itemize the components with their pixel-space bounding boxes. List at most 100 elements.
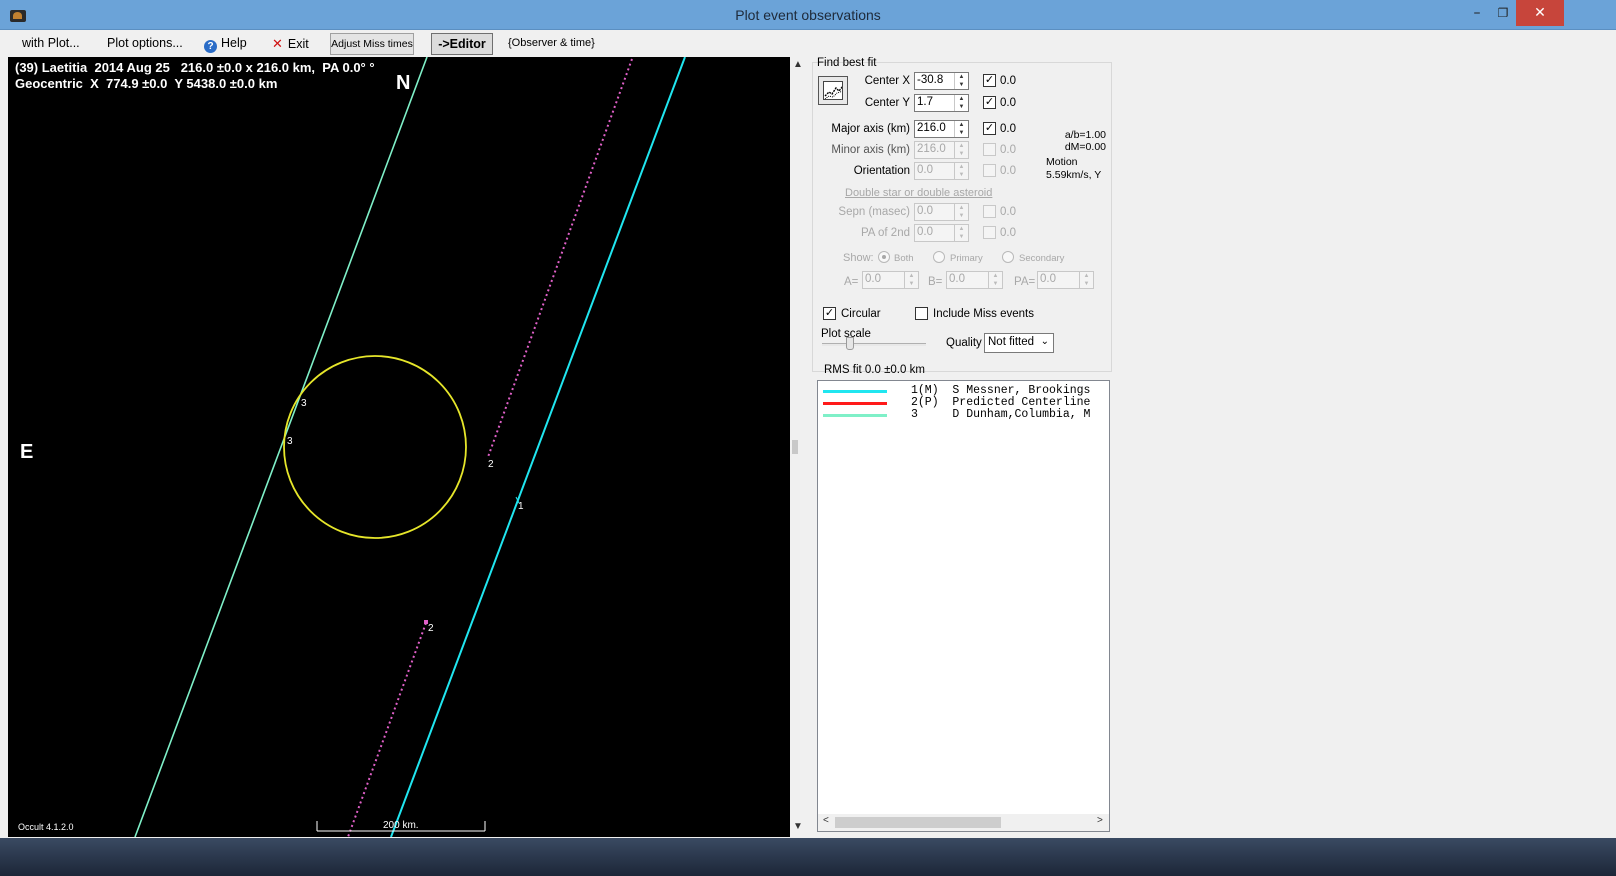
north-label: N	[396, 72, 411, 94]
menu-plot-options[interactable]: Plot options...	[107, 31, 183, 56]
a-label: A=	[844, 276, 859, 288]
plot-canvas[interactable]: (39) Laetitia 2014 Aug 25 216.0 ±0.0 x 2…	[8, 57, 790, 837]
orientation-value: 0.0	[917, 164, 933, 176]
major-axis-spinner[interactable]: 216.0 ▲ ▼	[914, 120, 969, 138]
close-button[interactable]: ✕	[1516, 0, 1564, 26]
list-item[interactable]: 3 D Dunham,Columbia, M	[823, 409, 1108, 421]
circular-label: Circular	[841, 308, 881, 320]
orientation-spinner: 0.0 ▲ ▼	[914, 162, 969, 180]
major-axis-checkbox[interactable]: ✓	[983, 122, 996, 135]
taskbar	[0, 838, 1616, 876]
spinner-arrows-icon: ▲ ▼	[1079, 272, 1093, 288]
rms-fit-label: RMS fit 0.0 ±0.0 km	[824, 364, 925, 376]
spinner-arrows-icon: ▲ ▼	[954, 142, 968, 158]
minor-axis-value: 216.0	[917, 143, 946, 155]
separation-weight: 0.0	[1000, 206, 1016, 218]
version-label: Occult 4.1.2.0	[18, 822, 74, 832]
orientation-weight: 0.0	[1000, 165, 1016, 177]
b-value: 0.0	[949, 273, 965, 285]
scroll-right-arrow-icon[interactable]: >	[1097, 815, 1103, 826]
menu-help[interactable]: ? Help	[204, 31, 247, 56]
chord-label: 3	[301, 398, 307, 409]
plot-scrollbar[interactable]: ▲ ▼	[790, 57, 806, 837]
spinner-arrows-icon[interactable]: ▲ ▼	[954, 121, 968, 137]
plot-scale-slider-thumb[interactable]	[846, 337, 854, 350]
separation-spinner: 0.0 ▲ ▼	[914, 203, 969, 221]
splitter-grip[interactable]	[792, 440, 798, 454]
circular-checkbox[interactable]: ✓	[823, 307, 836, 320]
plot-geocentric-line: Geocentric X 774.9 ±0.0 Y 5438.0 ±0.0 km	[15, 76, 278, 91]
include-miss-label: Include Miss events	[933, 308, 1034, 320]
quality-value: Not fitted	[988, 336, 1035, 348]
center-x-label: Center X	[864, 75, 910, 87]
pa-2nd-value: 0.0	[917, 226, 933, 238]
title-bar: Plot event observations – ❐ ✕	[0, 0, 1616, 30]
scroll-up-arrow-icon[interactable]: ▲	[790, 59, 806, 70]
pa-value: 0.0	[1040, 273, 1056, 285]
show-secondary-label: Secondary	[1019, 253, 1065, 264]
plot-drawing	[134, 57, 686, 837]
list-horizontal-scrollbar[interactable]: < >	[818, 814, 1109, 831]
pa-2nd-checkbox	[983, 226, 996, 239]
double-star-title: Double star or double asteroid	[845, 187, 993, 199]
menu-with-plot[interactable]: with Plot...	[22, 31, 80, 56]
help-icon: ?	[204, 40, 217, 53]
pa-spinner: 0.0 ▲ ▼	[1037, 271, 1094, 289]
chord-predicted-upper	[487, 58, 633, 458]
center-y-label: Center Y	[864, 97, 910, 109]
a-value: 0.0	[865, 273, 881, 285]
orientation-label: Orientation	[853, 165, 910, 177]
spinner-arrows-icon: ▲ ▼	[954, 225, 968, 241]
quality-label: Quality	[946, 337, 982, 349]
spinner-arrows-icon: ▲ ▼	[988, 272, 1002, 288]
plot-scale-slider[interactable]	[822, 343, 926, 346]
minor-axis-label: Minor axis (km)	[831, 144, 910, 156]
b-label: B=	[928, 276, 943, 288]
center-x-value: -30.8	[917, 74, 944, 86]
adjust-miss-times-button[interactable]: Adjust Miss times	[330, 33, 414, 55]
scroll-left-arrow-icon[interactable]: <	[823, 815, 829, 826]
spinner-arrows-icon[interactable]: ▲ ▼	[954, 95, 968, 111]
show-primary-label: Primary	[950, 253, 983, 264]
show-primary-radio	[933, 251, 945, 263]
chord-label: 2	[428, 623, 434, 634]
scroll-down-arrow-icon[interactable]: ▼	[790, 821, 806, 832]
major-axis-value: 216.0	[917, 122, 946, 134]
show-secondary-radio	[1002, 251, 1014, 263]
center-y-weight: 0.0	[1000, 97, 1016, 109]
minor-axis-weight: 0.0	[1000, 144, 1016, 156]
chord-messner	[390, 57, 686, 837]
quality-select[interactable]: Not fitted ⌄	[984, 333, 1054, 353]
editor-button[interactable]: ->Editor	[431, 33, 493, 55]
chord-dunham	[134, 57, 428, 837]
chevron-down-icon: ⌄	[1040, 336, 1049, 347]
spinner-arrows-icon[interactable]: ▲ ▼	[954, 73, 968, 89]
menu-exit[interactable]: ✕ Exit	[272, 31, 309, 56]
spinner-arrows-icon: ▲ ▼	[954, 163, 968, 179]
axis-ratio: a/b=1.00	[1064, 129, 1106, 141]
menu-observer-time[interactable]: {Observer & time}	[508, 31, 595, 56]
b-spinner: 0.0 ▲ ▼	[946, 271, 1003, 289]
chord-label: 2	[488, 459, 494, 470]
observer-list[interactable]: 1(M) S Messner, Brookings 2(P) Predicted…	[817, 380, 1110, 832]
pa-label: PA=	[1014, 276, 1036, 288]
scrollbar-thumb[interactable]	[835, 817, 1001, 828]
center-y-checkbox[interactable]: ✓	[983, 96, 996, 109]
center-x-spinner[interactable]: -30.8 ▲ ▼	[914, 72, 969, 90]
pa-2nd-label: PA of 2nd	[860, 227, 910, 239]
window-title: Plot event observations	[735, 7, 881, 23]
minor-axis-checkbox	[983, 143, 996, 156]
include-miss-checkbox[interactable]	[915, 307, 928, 320]
east-label: E	[20, 441, 34, 463]
spinner-arrows-icon: ▲ ▼	[904, 272, 918, 288]
motion-label: Motion	[1046, 156, 1078, 168]
plot-event-window: Plot event observations – ❐ ✕ with Plot.…	[0, 0, 1616, 876]
center-y-spinner[interactable]: 1.7 ▲ ▼	[914, 94, 969, 112]
major-axis-label: Major axis (km)	[831, 123, 910, 135]
menu-help-label: Help	[221, 36, 247, 50]
close-x-icon: ✕	[272, 36, 283, 51]
chord-label: 1	[518, 501, 524, 512]
center-x-checkbox[interactable]: ✓	[983, 74, 996, 87]
spinner-arrows-icon: ▲ ▼	[954, 204, 968, 220]
separation-label: Sepn (masec)	[838, 206, 910, 218]
